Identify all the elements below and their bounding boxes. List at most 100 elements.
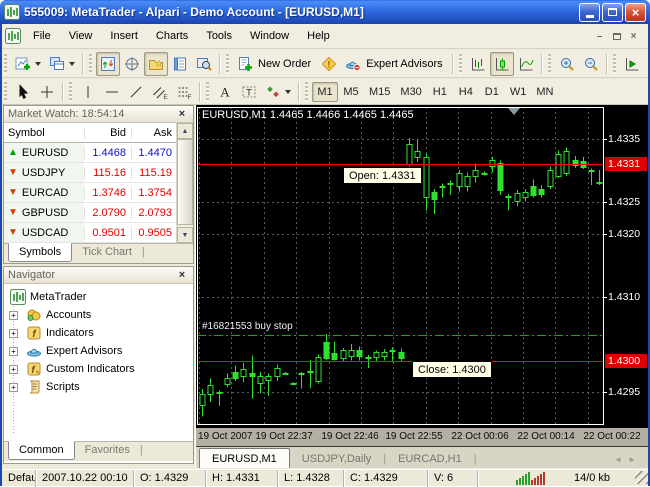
- mdi-restore-button[interactable]: [608, 29, 625, 44]
- zoom-out-button[interactable]: [579, 52, 603, 76]
- timeframe-h4-button[interactable]: H4: [453, 82, 479, 102]
- tree-item-scripts[interactable]: +Scripts: [4, 378, 193, 396]
- timeframe-d1-button[interactable]: D1: [479, 82, 505, 102]
- horizontal-line-tool-button[interactable]: [100, 80, 124, 104]
- navigator-tab-favorites[interactable]: Favorites: [75, 442, 140, 459]
- toolbar-grip[interactable]: [305, 82, 308, 102]
- expert-advisors-button[interactable]: Expert Advisors: [341, 52, 448, 76]
- tree-item-expert-advisors[interactable]: +Expert Advisors: [4, 342, 193, 360]
- market-watch-tab-tick-chart[interactable]: Tick Chart: [72, 244, 142, 261]
- market-watch-toggle[interactable]: [96, 52, 120, 76]
- market-watch-scrollbar[interactable]: ▲ ▼: [176, 123, 193, 243]
- navigator-close-icon[interactable]: ×: [175, 269, 189, 281]
- chart-canvas[interactable]: [196, 105, 648, 446]
- symbol-row-usdjpy[interactable]: ▼USDJPY115.16115.19: [4, 163, 176, 183]
- mdi-minimize-button[interactable]: –: [591, 29, 608, 44]
- line-chart-mode-button[interactable]: [514, 52, 538, 76]
- tab-scroll-arrows[interactable]: ◄►: [608, 455, 648, 468]
- terminal-toggle[interactable]: [168, 52, 192, 76]
- scroll-up-icon[interactable]: ▲: [177, 123, 193, 139]
- toolbar-separator: [606, 54, 608, 74]
- toolbar-grip[interactable]: [4, 82, 7, 102]
- metaeditor-button[interactable]: !: [317, 52, 341, 76]
- minimize-button[interactable]: [579, 3, 600, 22]
- tree-item-custom-indicators[interactable]: +fCustom Indicators: [4, 360, 193, 378]
- symbol-row-eurusd[interactable]: ▲EURUSD1.44681.4470: [4, 143, 176, 163]
- expand-plus-icon[interactable]: +: [9, 347, 18, 356]
- expand-plus-icon[interactable]: +: [9, 329, 18, 338]
- timeframe-mn-button[interactable]: MN: [531, 82, 558, 102]
- symbol-row-eurcad[interactable]: ▼EURCAD1.37461.3754: [4, 183, 176, 203]
- cursor-tool-button[interactable]: [11, 80, 35, 104]
- timeframe-m15-button[interactable]: M15: [364, 82, 395, 102]
- tree-item-indicators[interactable]: +fIndicators: [4, 324, 193, 342]
- fibonacci-tool-button[interactable]: F: [172, 80, 196, 104]
- trendline-tool-button[interactable]: [124, 80, 148, 104]
- profiles-button[interactable]: [45, 52, 79, 76]
- menu-window[interactable]: Window: [241, 27, 298, 45]
- expand-plus-icon[interactable]: +: [9, 311, 18, 320]
- symbol-row-usdcad[interactable]: ▼USDCAD0.95010.9505: [4, 223, 176, 243]
- autoscroll-button[interactable]: [620, 52, 644, 76]
- market-watch-close-icon[interactable]: ×: [175, 108, 189, 120]
- market-watch-tab-symbols[interactable]: Symbols: [8, 243, 72, 262]
- toolbar-grip[interactable]: [548, 54, 551, 74]
- strategy-tester-toggle[interactable]: [192, 52, 216, 76]
- navigator-tab-common[interactable]: Common: [8, 441, 75, 460]
- new-order-button[interactable]: New Order: [233, 52, 317, 76]
- chart-tab-eurusd-m1[interactable]: EURUSD,M1: [199, 448, 290, 468]
- symbol-cell: ▼USDJPY: [4, 163, 84, 182]
- text-tool-button[interactable]: A: [213, 80, 237, 104]
- toolbar-grip[interactable]: [69, 82, 72, 102]
- navigator-toggle[interactable]: [144, 52, 168, 76]
- menu-insert[interactable]: Insert: [101, 27, 147, 45]
- timeframe-w1-button[interactable]: W1: [505, 82, 532, 102]
- bar-chart-mode-button[interactable]: [466, 52, 490, 76]
- timeframe-m30-button[interactable]: M30: [395, 82, 426, 102]
- maximize-button[interactable]: [602, 3, 623, 22]
- toolbar-grip[interactable]: [4, 54, 7, 74]
- dropdown-caret-icon: [69, 62, 75, 66]
- chart-tab-eurcad-h1[interactable]: EURCAD,H1: [386, 450, 474, 468]
- data-window-button[interactable]: [120, 52, 144, 76]
- scrollbar-thumb[interactable]: [177, 139, 193, 225]
- timeframe-m1-button[interactable]: M1: [312, 82, 338, 102]
- menu-charts[interactable]: Charts: [147, 27, 197, 45]
- chart-tab-usdjpy-daily[interactable]: USDJPY,Daily: [290, 450, 384, 468]
- expand-plus-icon[interactable]: +: [9, 383, 18, 392]
- timeframe-h1-button[interactable]: H1: [427, 82, 453, 102]
- equidistant-channel-tool-button[interactable]: E: [148, 80, 172, 104]
- text-label-tool-button[interactable]: T: [237, 80, 261, 104]
- candle: [597, 183, 602, 184]
- new-chart-button[interactable]: [11, 52, 45, 76]
- toolbar-grip[interactable]: [206, 82, 209, 102]
- status-bar: Default2007.10.22 00:10O: 1.4329H: 1.433…: [2, 469, 648, 486]
- menu-help[interactable]: Help: [298, 27, 339, 45]
- timeframe-m5-button[interactable]: M5: [338, 82, 364, 102]
- toolbar-grip[interactable]: [226, 54, 229, 74]
- price-axis-label: 1.4295: [608, 386, 640, 398]
- menu-view[interactable]: View: [60, 27, 102, 45]
- chart-area[interactable]: EURUSD,M1 1.4465 1.4466 1.4465 1.44651.4…: [196, 105, 648, 446]
- mdi-close-button[interactable]: ×: [625, 29, 642, 44]
- expand-plus-icon[interactable]: +: [9, 365, 18, 374]
- close-button[interactable]: ×: [625, 3, 646, 22]
- toolbar-grip[interactable]: [459, 54, 462, 74]
- menu-tools[interactable]: Tools: [197, 27, 241, 45]
- tree-item-accounts[interactable]: +Accounts: [4, 306, 193, 324]
- crosshair-tool-button[interactable]: [35, 80, 59, 104]
- resize-grip[interactable]: [635, 471, 648, 484]
- symbol-name: USDCAD: [22, 227, 68, 239]
- toolbar-grip[interactable]: [89, 54, 92, 74]
- market-watch-icon: [100, 56, 116, 72]
- arrows-tool-button[interactable]: [261, 80, 295, 104]
- menu-file[interactable]: File: [24, 27, 60, 45]
- symbol-row-gbpusd[interactable]: ▼GBPUSD2.07902.0793: [4, 203, 176, 223]
- zoom-in-button[interactable]: [555, 52, 579, 76]
- candle-chart-mode-button[interactable]: [490, 52, 514, 76]
- tree-root-metatrader[interactable]: MetaTrader: [4, 288, 193, 306]
- scroll-down-icon[interactable]: ▼: [177, 227, 193, 243]
- toolbar-grip[interactable]: [613, 54, 616, 74]
- time-axis[interactable]: 19 Oct 200719 Oct 22:3719 Oct 22:4619 Oc…: [196, 427, 648, 446]
- vertical-line-tool-button[interactable]: [76, 80, 100, 104]
